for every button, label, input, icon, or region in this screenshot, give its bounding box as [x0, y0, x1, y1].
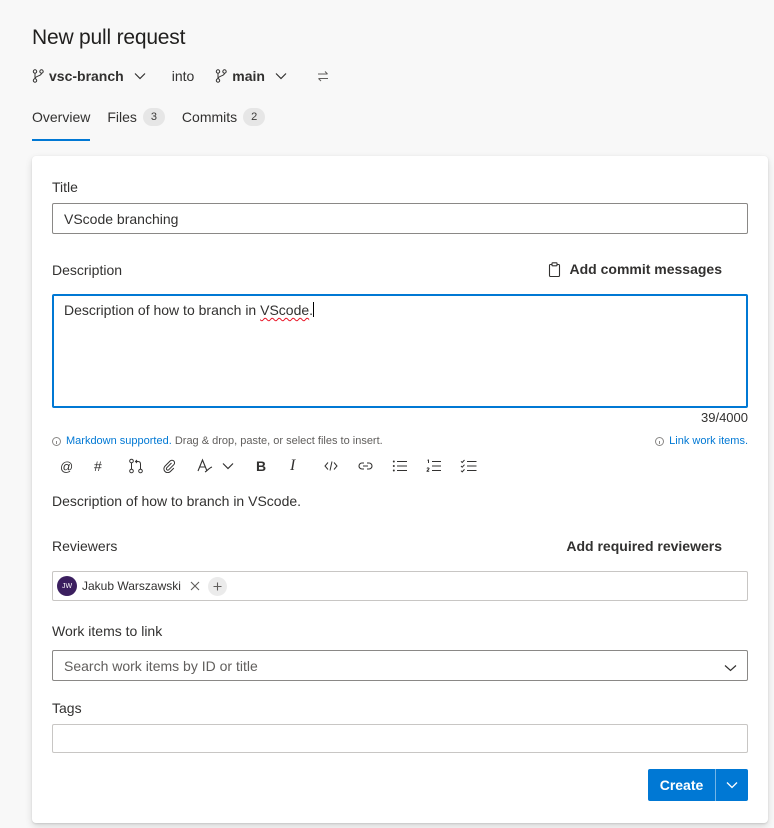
highlight-icon[interactable] [196, 456, 222, 476]
branch-icon [32, 69, 44, 83]
formatting-toolbar: @ # B I [60, 456, 494, 476]
create-split-button: Create [648, 769, 748, 801]
pull-request-form: Title VScode branching Description Add c… [32, 156, 768, 823]
description-text: Description of how to branch in [64, 302, 261, 318]
tab-label: Overview [32, 109, 91, 125]
count-badge: 3 [142, 108, 165, 126]
swap-branches-icon[interactable] [317, 70, 329, 82]
description-textarea[interactable]: Description of how to branch in VScode. [52, 294, 748, 408]
title-label: Title [52, 179, 78, 195]
reviewer-name: Jakub Warszawski [82, 579, 181, 593]
target-branch-name: main [232, 68, 265, 84]
work-items-placeholder: Search work items by ID or title [64, 657, 258, 674]
character-counter: 39/4000 [701, 410, 748, 425]
tab-commits[interactable]: Commits 2 [181, 106, 266, 140]
info-icon [655, 436, 665, 446]
title-input[interactable]: VScode branching [52, 203, 748, 234]
add-reviewer-button[interactable] [207, 576, 227, 596]
tags-label: Tags [52, 700, 82, 716]
reviewer-chip: JW Jakub Warszawski [57, 575, 200, 597]
attach-icon[interactable] [162, 456, 196, 476]
clipboard-icon [548, 261, 561, 277]
chevron-down-icon [134, 72, 146, 80]
page-title: New pull request [32, 26, 186, 49]
code-icon[interactable] [324, 456, 358, 476]
tab-label: Commits [181, 109, 238, 125]
numbered-list-icon[interactable] [426, 456, 460, 476]
add-commit-messages-label: Add commit messages [569, 261, 723, 277]
tab-overview[interactable]: Overview [32, 106, 91, 141]
title-value: VScode branching [64, 210, 179, 227]
work-items-search-dropdown[interactable]: Search work items by ID or title [52, 650, 748, 681]
branch-selector-row: vsc-branch into main [32, 66, 329, 86]
source-branch-dropdown[interactable]: vsc-branch [32, 68, 146, 84]
create-button[interactable]: Create [648, 769, 715, 801]
plus-icon [213, 582, 222, 590]
tags-input[interactable] [52, 724, 748, 753]
tab-files[interactable]: Files 3 [107, 106, 165, 140]
reviewers-label: Reviewers [52, 538, 118, 554]
markdown-hint: Markdown supported. Drag & drop, paste, … [52, 435, 383, 447]
italic-icon[interactable]: I [290, 456, 324, 476]
description-label: Description [52, 262, 123, 278]
branch-icon [215, 69, 227, 83]
bullet-list-icon[interactable] [392, 456, 426, 476]
markdown-hint-text: Drag & drop, paste, or select files to i… [171, 435, 383, 447]
chevron-down-icon [726, 782, 738, 789]
pull-request-icon[interactable] [128, 456, 162, 476]
count-badge: 2 [243, 108, 266, 126]
chevron-down-icon [724, 659, 737, 675]
hash-icon[interactable]: # [94, 456, 128, 476]
mention-icon[interactable]: @ [60, 456, 94, 476]
chevron-down-icon [275, 72, 287, 80]
tab-bar: Overview Files 3 Commits 2 [32, 106, 266, 141]
work-items-label: Work items to link [52, 623, 163, 639]
add-commit-messages-button[interactable]: Add commit messages [548, 261, 723, 277]
create-options-dropdown[interactable] [716, 769, 748, 801]
close-icon[interactable] [190, 581, 200, 591]
avatar: JW [57, 576, 77, 596]
into-label: into [171, 68, 195, 84]
link-icon[interactable] [358, 456, 392, 476]
reviewers-picker[interactable]: JW Jakub Warszawski [52, 571, 748, 601]
info-icon [52, 436, 61, 446]
text-caret [313, 302, 315, 317]
checklist-icon[interactable] [460, 456, 494, 476]
target-branch-dropdown[interactable]: main [215, 68, 287, 84]
bold-icon[interactable]: B [256, 456, 290, 476]
link-work-items-hint: Link work items. [655, 435, 748, 447]
chevron-down-icon[interactable] [222, 456, 256, 476]
link-work-items-link[interactable]: Link work items. [669, 435, 748, 447]
markdown-supported-link[interactable]: Markdown supported. [66, 435, 172, 447]
description-preview: Description of how to branch in VScode. [52, 493, 302, 509]
misspelled-word: VScode [260, 302, 310, 318]
add-required-reviewers-button[interactable]: Add required reviewers [566, 538, 722, 554]
tab-label: Files [107, 109, 137, 125]
source-branch-name: vsc-branch [49, 68, 124, 84]
